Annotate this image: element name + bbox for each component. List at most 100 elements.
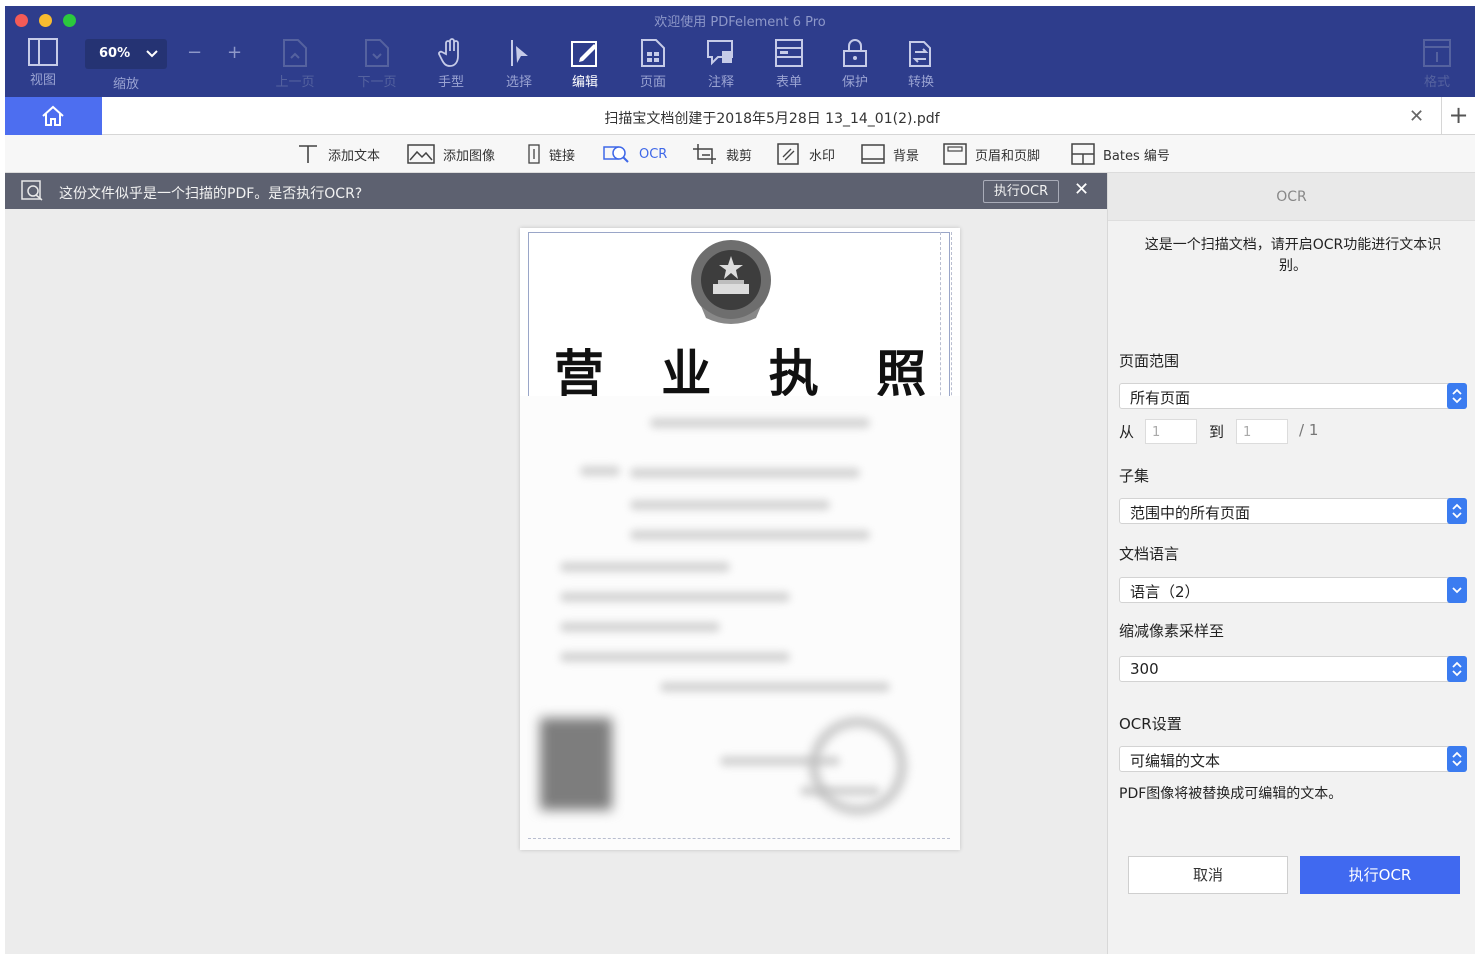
page-range-row: 从 1 到 1 / 1 [1119, 419, 1467, 445]
ocr-settings-value: 可编辑的文本 [1130, 752, 1221, 770]
downsample-label: 缩减像素采样至 [1119, 622, 1225, 640]
header-footer-label: 页眉和页脚 [975, 148, 1041, 164]
updown-arrow-icon [1447, 746, 1467, 772]
protect-tool-label: 保护 [841, 75, 868, 90]
hand-tool-label: 手型 [437, 75, 464, 90]
add-text-button[interactable]: 添加文本 [296, 143, 380, 165]
total-pages: / 1 [1299, 421, 1319, 439]
watermark-button[interactable]: 水印 [777, 143, 835, 165]
document-tab-title[interactable]: 扫描宝文档创建于2018年5月28日 13_14_01(2).pdf [102, 108, 1442, 128]
zoom-label: 缩放 [112, 77, 139, 92]
comment-icon [707, 40, 733, 66]
from-label: 从 [1119, 423, 1135, 441]
qr-code-image [540, 718, 612, 810]
background-label: 背景 [893, 148, 920, 164]
updown-arrow-icon [1447, 383, 1467, 409]
page-icon [641, 39, 665, 67]
document-canvas[interactable]: 营 业 执 照 [5, 209, 1107, 954]
official-seal-image [810, 718, 906, 814]
form-icon [775, 39, 803, 67]
downsample-value: 300 [1130, 660, 1159, 678]
downsample-select[interactable]: 300 [1119, 656, 1467, 682]
chevron-down-icon [146, 50, 158, 58]
protect-tool-button[interactable]: 保护 [825, 38, 885, 90]
page-range-value: 所有页面 [1130, 389, 1191, 407]
format-panel-button[interactable]: 格式 [1407, 38, 1467, 90]
image-icon [407, 144, 435, 164]
app-window: 欢迎使用 PDFelement 6 Pro 视图 60% 缩放 − + 上一页 … [5, 6, 1475, 954]
page-tool-label: 页面 [639, 75, 666, 90]
background-icon [861, 144, 885, 164]
edit-icon [571, 41, 597, 67]
home-tab[interactable] [5, 97, 102, 135]
page-range-select[interactable]: 所有页面 [1119, 383, 1467, 409]
page-range-label: 页面范围 [1119, 352, 1180, 370]
background-button[interactable]: 背景 [861, 143, 919, 165]
banner-run-ocr-button[interactable]: 执行OCR [983, 180, 1059, 203]
new-tab-button[interactable]: + [1441, 97, 1475, 135]
zoom-in-button[interactable]: + [227, 42, 242, 63]
app-title: 欢迎使用 PDFelement 6 Pro [654, 15, 826, 30]
select-tool-button[interactable]: 选择 [489, 38, 549, 90]
cancel-button[interactable]: 取消 [1128, 856, 1288, 894]
lock-icon [843, 39, 867, 67]
subset-select[interactable]: 范围中的所有页面 [1119, 498, 1467, 524]
edit-tool-label: 编辑 [571, 75, 598, 90]
link-button[interactable]: 链接 [527, 143, 575, 165]
edit-toolbar: 添加文本 添加图像 链接 OCR 裁剪 水印 背景 页眉和页脚 Bates 编号 [5, 135, 1475, 173]
title-toolbar: 欢迎使用 PDFelement 6 Pro 视图 60% 缩放 − + 上一页 … [5, 6, 1475, 97]
close-tab-button[interactable]: ✕ [1409, 106, 1424, 127]
panel-description: 这是一个扫描文档，请开启OCR功能进行文本识别。 [1144, 237, 1442, 274]
convert-icon [909, 41, 931, 67]
ocr-notification-banner: 这份文件似乎是一个扫描的PDF。是否执行OCR? 执行OCR ✕ [5, 173, 1107, 209]
from-page-input[interactable]: 1 [1145, 419, 1197, 444]
run-ocr-button[interactable]: 执行OCR [1300, 856, 1460, 894]
to-label: 到 [1209, 423, 1225, 441]
zoom-value: 60% [99, 46, 131, 61]
page-down-icon [365, 39, 389, 67]
convert-tool-label: 转换 [907, 75, 934, 90]
zoom-out-button[interactable]: − [187, 42, 202, 63]
banner-message: 这份文件似乎是一个扫描的PDF。是否执行OCR? [59, 186, 363, 202]
document-page[interactable]: 营 业 执 照 [520, 228, 960, 850]
updown-arrow-icon [1447, 656, 1467, 682]
form-tool-button[interactable]: 表单 [759, 38, 819, 90]
add-image-button[interactable]: 添加图像 [407, 143, 495, 165]
panel-title: OCR [1108, 173, 1475, 221]
edit-tool-button[interactable]: 编辑 [555, 38, 615, 90]
ocr-button[interactable]: OCR [603, 143, 667, 165]
ocr-settings-hint: PDF图像将被替换成可编辑的文本。 [1119, 786, 1343, 802]
page-up-icon [283, 39, 307, 67]
cursor-icon [511, 40, 528, 66]
zoom-select[interactable]: 60% [85, 39, 167, 69]
crop-button[interactable]: 裁剪 [692, 143, 752, 165]
comment-tool-label: 注释 [707, 75, 734, 90]
view-label: 视图 [29, 73, 56, 88]
page-tool-button[interactable]: 页面 [623, 38, 683, 90]
language-label: 文档语言 [1119, 545, 1180, 563]
hand-icon [438, 38, 459, 67]
header-footer-button[interactable]: 页眉和页脚 [943, 143, 1040, 165]
bates-icon [1071, 143, 1095, 165]
next-page-label: 下一页 [357, 75, 397, 90]
text-icon [299, 145, 317, 163]
tab-bar: 扫描宝文档创建于2018年5月28日 13_14_01(2).pdf ✕ + [5, 97, 1475, 135]
add-image-label: 添加图像 [443, 148, 496, 164]
bates-number-label: Bates 编号 [1103, 148, 1170, 164]
bates-number-button[interactable]: Bates 编号 [1071, 143, 1170, 165]
ocr-label: OCR [639, 146, 668, 162]
comment-tool-button[interactable]: 注释 [691, 38, 751, 90]
ocr-settings-select[interactable]: 可编辑的文本 [1119, 746, 1467, 772]
chevron-down-icon [1447, 577, 1467, 603]
prev-page-button[interactable]: 上一页 [265, 38, 325, 90]
link-icon [528, 144, 540, 164]
hand-tool-button[interactable]: 手型 [421, 38, 481, 90]
link-label: 链接 [549, 148, 576, 164]
to-page-input[interactable]: 1 [1236, 419, 1288, 444]
language-select[interactable]: 语言（2） [1119, 577, 1467, 603]
banner-close-button[interactable]: ✕ [1074, 179, 1089, 200]
view-button[interactable]: 视图 [13, 38, 73, 88]
scan-search-icon [21, 180, 43, 201]
convert-tool-button[interactable]: 转换 [891, 38, 951, 90]
next-page-button[interactable]: 下一页 [347, 38, 407, 90]
